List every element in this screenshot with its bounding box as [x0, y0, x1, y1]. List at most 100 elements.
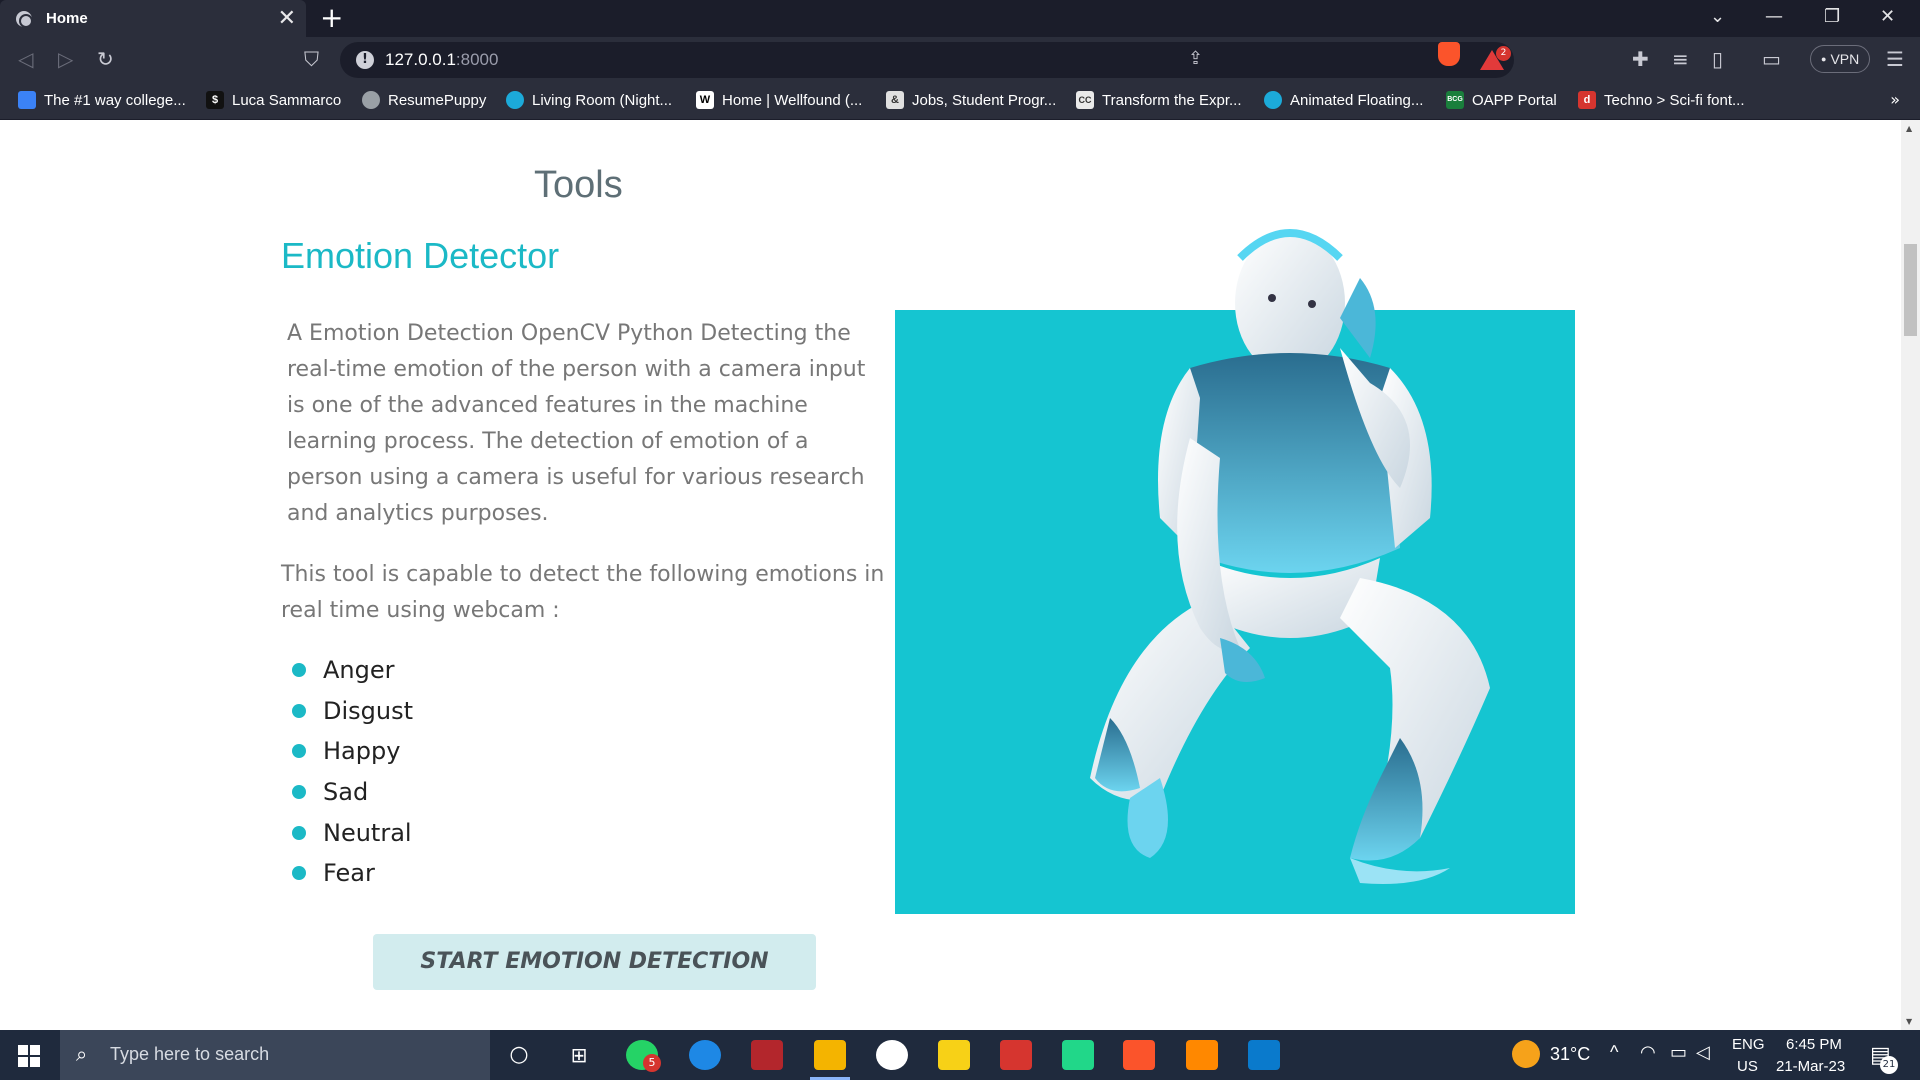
- tab-search-icon[interactable]: ⌄: [1710, 6, 1725, 27]
- bullet-icon: [292, 703, 306, 718]
- start-emotion-detection-button[interactable]: START EMOTION DETECTION: [373, 934, 816, 990]
- bullet-icon: [292, 744, 306, 759]
- bullet-icon: [292, 663, 306, 678]
- windows-taskbar: ⌕ Type here to search ○ ⊞ 5 31°C ^ ◠ ▭ ◁…: [0, 1030, 1920, 1080]
- tool-heading: Emotion Detector: [281, 235, 560, 276]
- sidebar-icon[interactable]: ▯: [1712, 47, 1723, 71]
- bookmark-item[interactable]: W Home | Wellfound (...: [696, 91, 862, 109]
- app-red-icon[interactable]: [751, 1040, 783, 1070]
- list-item: Happy: [292, 731, 413, 772]
- vlc-icon[interactable]: [1186, 1040, 1218, 1070]
- cortana-icon[interactable]: ○: [503, 1040, 535, 1070]
- handshake-icon: [18, 91, 36, 109]
- bookmark-item[interactable]: $ Luca Sammarco: [206, 91, 341, 109]
- weather-icon[interactable]: [1512, 1040, 1540, 1068]
- section-title: Tools: [534, 164, 623, 206]
- clock-time[interactable]: 6:45 PM: [1786, 1036, 1842, 1053]
- scroll-down-icon[interactable]: ▼: [1906, 1017, 1912, 1026]
- tray-chevron-icon[interactable]: ^: [1610, 1042, 1618, 1063]
- scroll-up-icon[interactable]: ▲: [1906, 124, 1912, 133]
- tool-description: A Emotion Detection OpenCV Python Detect…: [287, 321, 866, 526]
- browser-tab-bar: Home ✕ + ⌄ — ❐ ✕: [0, 0, 1920, 37]
- back-icon[interactable]: ◁: [18, 47, 33, 71]
- bullet-icon: [292, 825, 306, 840]
- tab-home[interactable]: Home ✕: [0, 0, 306, 37]
- wifi-icon[interactable]: ◠: [1640, 1042, 1656, 1063]
- bullet-icon: [292, 866, 306, 881]
- bcg-icon: BCG: [1446, 91, 1464, 109]
- acrobat-icon[interactable]: [1000, 1040, 1032, 1070]
- list-item: Neutral: [292, 812, 413, 853]
- playlist-icon[interactable]: ≡: [1672, 47, 1689, 71]
- search-icon: ⌕: [76, 1042, 88, 1066]
- globe-icon: [16, 10, 33, 28]
- bookmark-item[interactable]: The #1 way college...: [18, 91, 186, 109]
- wellfound-icon: W: [696, 91, 714, 109]
- list-item: Disgust: [292, 691, 413, 732]
- bullet-icon: [292, 785, 306, 800]
- minimize-icon[interactable]: —: [1765, 6, 1783, 27]
- capability-text: This tool is capable to detect the follo…: [281, 562, 885, 623]
- list-item: Anger: [292, 650, 413, 691]
- sketchfab-icon: [1264, 91, 1282, 109]
- pycharm-icon[interactable]: [1062, 1040, 1094, 1070]
- bookmark-item[interactable]: ResumePuppy: [362, 91, 486, 109]
- vscode-icon[interactable]: [1248, 1040, 1280, 1070]
- new-tab-button[interactable]: +: [320, 4, 343, 32]
- weather-temp[interactable]: 31°C: [1550, 1044, 1590, 1065]
- restore-icon[interactable]: ❐: [1824, 6, 1840, 27]
- url-text[interactable]: 127.0.0.1:8000: [385, 50, 498, 70]
- menu-icon[interactable]: ☰: [1886, 47, 1904, 71]
- sketchfab-icon: [506, 91, 524, 109]
- list-item: Sad: [292, 772, 413, 813]
- tab-title: Home: [46, 10, 88, 27]
- bookmark-item[interactable]: BCG OAPP Portal: [1446, 91, 1557, 109]
- scrollbar-thumb[interactable]: [1904, 244, 1917, 336]
- language-bottom[interactable]: US: [1737, 1058, 1758, 1075]
- brave-icon[interactable]: [1123, 1040, 1155, 1070]
- cc-icon: CC: [1076, 91, 1094, 109]
- unreal-engine-icon[interactable]: [876, 1040, 908, 1070]
- rewards-badge: 2: [1496, 46, 1511, 61]
- extensions-icon[interactable]: ✚: [1632, 47, 1649, 71]
- clock-date[interactable]: 21-Mar-23: [1776, 1058, 1845, 1075]
- share-icon[interactable]: ⇪: [1188, 48, 1203, 69]
- vpn-button[interactable]: VPN: [1810, 45, 1871, 73]
- notification-badge: 21: [1880, 1056, 1898, 1074]
- address-bar[interactable]: ! 127.0.0.1:8000 ⇪ 2: [340, 42, 1514, 78]
- forward-icon[interactable]: ▷: [58, 47, 73, 71]
- tab-close-button[interactable]: ✕: [278, 7, 296, 30]
- search-placeholder: Type here to search: [110, 1044, 270, 1064]
- edge-icon[interactable]: [689, 1040, 721, 1070]
- file-explorer-icon[interactable]: [814, 1040, 846, 1070]
- bookmark-icon[interactable]: ⛉: [304, 47, 319, 71]
- dafont-icon: d: [1578, 91, 1596, 109]
- windows-start-icon[interactable]: [18, 1045, 40, 1067]
- globe-icon: [362, 91, 380, 109]
- emotion-list: Anger Disgust Happy Sad Neutral Fear: [292, 650, 413, 894]
- close-window-icon[interactable]: ✕: [1880, 6, 1895, 27]
- page-content: Tools Emotion Detector A Emotion Detecti…: [0, 120, 1920, 1030]
- brave-shields-icon[interactable]: [1438, 42, 1460, 66]
- volume-icon[interactable]: ◁: [1696, 1042, 1710, 1063]
- bookmark-item[interactable]: Living Room (Night...: [506, 91, 672, 109]
- task-view-icon[interactable]: ⊞: [563, 1040, 595, 1070]
- bookmark-item[interactable]: d Techno > Sci-fi font...: [1578, 91, 1745, 109]
- robot-illustration: [1090, 229, 1490, 884]
- battery-icon[interactable]: ▭: [1670, 1042, 1687, 1063]
- page-scrollbar[interactable]: ▲ ▼: [1901, 120, 1920, 1030]
- list-item: Fear: [292, 853, 413, 894]
- ampersand-icon: &: [886, 91, 904, 109]
- bookmarks-overflow-icon[interactable]: »: [1890, 90, 1900, 109]
- bookmark-item[interactable]: Animated Floating...: [1264, 91, 1423, 109]
- language-top[interactable]: ENG: [1732, 1036, 1765, 1053]
- reload-icon[interactable]: ↻: [97, 47, 114, 71]
- wallet-icon[interactable]: ▭: [1762, 47, 1781, 71]
- site-info-icon[interactable]: !: [356, 51, 374, 69]
- dollar-icon: $: [206, 91, 224, 109]
- taskbar-search-box[interactable]: ⌕ Type here to search: [60, 1030, 490, 1080]
- sticky-notes-icon[interactable]: [938, 1040, 970, 1070]
- bookmark-item[interactable]: & Jobs, Student Progr...: [886, 91, 1056, 109]
- browser-toolbar: ◁ ▷ ↻ ⛉ ! 127.0.0.1:8000 ⇪ 2 ✚ ≡ ▯ ▭ VPN…: [0, 37, 1920, 82]
- bookmark-item[interactable]: CC Transform the Expr...: [1076, 91, 1242, 109]
